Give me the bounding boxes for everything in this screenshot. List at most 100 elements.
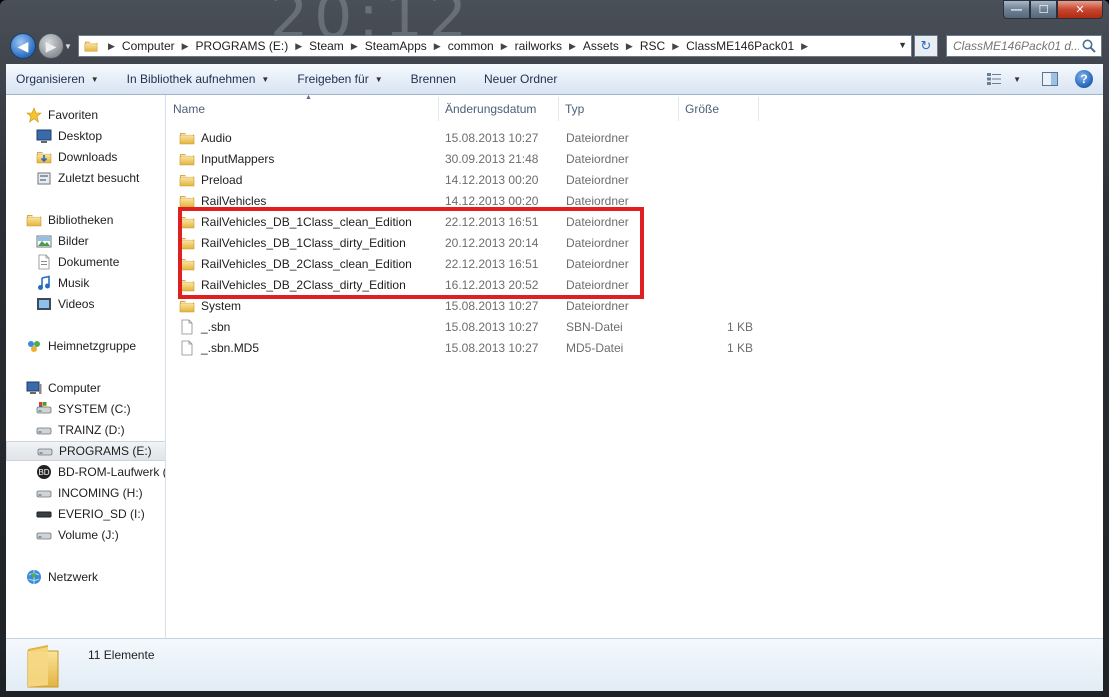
file-date: 16.12.2013 20:52 (445, 277, 539, 292)
minimize-button[interactable]: — (1003, 0, 1030, 19)
file-name: RailVehicles_DB_1Class_dirty_Edition (201, 235, 406, 250)
nav-favorites[interactable]: Favoriten (6, 105, 98, 125)
back-button[interactable]: ◀ (10, 33, 36, 59)
nav-drive-h[interactable]: INCOMING (H:) (6, 483, 143, 503)
nav-computer[interactable]: Computer (6, 378, 101, 398)
nav-recent[interactable]: Zuletzt besucht (6, 168, 139, 188)
breadcrumb-item[interactable]: common ▶ (444, 39, 511, 53)
nav-label: Videos (58, 297, 95, 311)
file-row[interactable]: _.sbn 15.08.2013 10:27 SBN-Datei 1 KB (179, 316, 779, 337)
chevron-right-icon[interactable]: ▶ (798, 41, 811, 52)
recent-pages-dropdown[interactable]: ▼ (64, 42, 72, 51)
command-bar: Organisieren ▼ In Bibliothek aufnehmen ▼ F… (6, 64, 1103, 95)
chevron-down-icon: ▼ (90, 74, 99, 84)
nav-network[interactable]: Netzwerk (6, 567, 98, 587)
column-header-type[interactable]: Typ (559, 97, 679, 121)
file-name: RailVehicles_DB_1Class_clean_Edition (201, 214, 412, 229)
chevron-down-icon[interactable]: ▼ (1013, 75, 1021, 84)
refresh-button[interactable]: ↻ (914, 35, 938, 57)
nav-label: Favoriten (48, 108, 99, 122)
nav-music[interactable]: Musik (6, 273, 89, 293)
file-list[interactable]: Name ▲ Änderungsdatum Typ Größe Audio 15.… (167, 94, 1103, 638)
file-row[interactable]: RailVehicles 14.12.2013 00:20 Dateiordner (179, 190, 779, 211)
file-row[interactable]: RailVehicles_DB_1Class_clean_Edition 22.1… (179, 211, 779, 232)
file-row[interactable]: System 15.08.2013 10:27 Dateiordner (179, 295, 779, 316)
breadcrumb-item[interactable]: SteamApps ▶ (361, 39, 444, 53)
breadcrumb-item[interactable]: PROGRAMS (E:) ▶ (192, 39, 306, 53)
address-bar[interactable]: ▶ Computer ▶ PROGRAMS (E:) ▶ Steam ▶ SteamApps ▶… (78, 35, 912, 57)
nav-desktop[interactable]: Desktop (6, 126, 102, 146)
file-type: Dateiordner (566, 298, 629, 313)
column-header-size[interactable]: Größe (679, 97, 759, 121)
file-row[interactable]: InputMappers 30.09.2013 21:48 Dateiordner (179, 148, 779, 169)
help-button[interactable]: ? (1075, 70, 1093, 88)
folder-icon (179, 151, 195, 167)
folder-icon (179, 277, 195, 293)
nav-downloads[interactable]: Downloads (6, 147, 117, 167)
preview-pane-button[interactable] (1041, 70, 1059, 88)
file-row[interactable]: Audio 15.08.2013 10:27 Dateiordner (179, 127, 779, 148)
new-folder-button[interactable]: Neuer Ordner (474, 72, 567, 86)
file-row[interactable]: RailVehicles_DB_2Class_dirty_Edition 16.1… (179, 274, 779, 295)
column-headers: Name ▲ Änderungsdatum Typ Größe (167, 94, 759, 121)
nav-label: Bibliotheken (48, 213, 114, 227)
close-button[interactable]: ✕ (1057, 0, 1103, 19)
breadcrumb-item[interactable]: railworks ▶ (511, 39, 579, 53)
nav-homegroup[interactable]: Heimnetzgruppe (6, 336, 136, 356)
nav-drive-i[interactable]: EVERIO_SD (I:) (6, 504, 145, 524)
breadcrumb-item[interactable]: Steam ▶ (305, 39, 361, 53)
view-options-button[interactable] (985, 70, 1003, 88)
nav-drive-j[interactable]: Volume (J:) (6, 525, 119, 545)
chevron-right-icon[interactable]: ▶ (566, 41, 579, 52)
nav-drive-bd[interactable]: BD BD-ROM-Laufwerk ( (6, 462, 165, 482)
address-dropdown-icon[interactable]: ▼ (898, 40, 907, 50)
column-header-date[interactable]: Änderungsdatum (439, 97, 559, 121)
share-menu[interactable]: Freigeben für ▼ (287, 72, 392, 86)
arrow-right-icon: ▶ (45, 37, 57, 54)
burn-button[interactable]: Brennen (401, 72, 466, 86)
chevron-right-icon[interactable]: ▶ (669, 41, 682, 52)
file-name-cell: RailVehicles (179, 193, 439, 209)
breadcrumb-item[interactable]: ▶ Computer ▶ (105, 39, 192, 53)
chevron-right-icon[interactable]: ▶ (179, 41, 192, 52)
file-icon (179, 340, 195, 356)
breadcrumb-label: PROGRAMS (E:) (195, 39, 289, 53)
navigation-pane[interactable]: Favoriten Desktop Downloads Zuletzt besucht… (6, 95, 166, 638)
file-name: RailVehicles (201, 193, 267, 208)
breadcrumb-item[interactable]: RSC ▶ (636, 39, 682, 53)
library-menu[interactable]: In Bibliothek aufnehmen ▼ (117, 72, 280, 86)
file-row[interactable]: Preload 14.12.2013 00:20 Dateiordner (179, 169, 779, 190)
breadcrumb-label: common (447, 39, 494, 53)
chevron-right-icon[interactable]: ▶ (105, 41, 118, 52)
nav-libraries[interactable]: Bibliotheken (6, 210, 113, 230)
nav-documents[interactable]: Dokumente (6, 252, 119, 272)
chevron-right-icon[interactable]: ▶ (498, 41, 511, 52)
homegroup-icon (26, 338, 42, 354)
nav-drive-e[interactable]: PROGRAMS (E:) (6, 441, 165, 461)
nav-videos[interactable]: Videos (6, 294, 94, 314)
search-icon[interactable] (1081, 38, 1097, 54)
forward-button[interactable]: ▶ (38, 33, 64, 59)
chevron-right-icon[interactable]: ▶ (292, 41, 305, 52)
column-header-name[interactable]: Name ▲ (167, 94, 439, 121)
breadcrumb-item[interactable]: Assets ▶ (579, 39, 636, 53)
title-bar[interactable]: 20:12 — ☐ ✕ (0, 0, 1109, 52)
organize-menu[interactable]: Organisieren ▼ (6, 72, 109, 86)
search-input[interactable] (953, 39, 1079, 53)
chevron-right-icon[interactable]: ▶ (623, 41, 636, 52)
breadcrumb-item[interactable]: ClassME146Pack01 ▶ (682, 39, 811, 53)
file-name: System (201, 298, 242, 313)
chevron-right-icon[interactable]: ▶ (431, 41, 444, 52)
file-row[interactable]: _.sbn.MD5 15.08.2013 10:27 MD5-Datei 1 KB (179, 337, 779, 358)
nav-drive-d[interactable]: TRAINZ (D:) (6, 420, 125, 440)
file-row[interactable]: RailVehicles_DB_2Class_clean_Edition 22.1… (179, 253, 779, 274)
chevron-right-icon[interactable]: ▶ (348, 41, 361, 52)
nav-pictures[interactable]: Bilder (6, 231, 89, 251)
breadcrumb-label: ClassME146Pack01 (686, 39, 795, 53)
file-row[interactable]: RailVehicles_DB_1Class_dirty_Edition 20.1… (179, 232, 779, 253)
file-name: RailVehicles_DB_2Class_dirty_Edition (201, 277, 406, 292)
nav-drive-c[interactable]: SYSTEM (C:) (6, 399, 131, 419)
search-box[interactable] (946, 35, 1102, 57)
breadcrumb-label: SteamApps (364, 39, 427, 53)
maximize-button[interactable]: ☐ (1030, 0, 1057, 19)
